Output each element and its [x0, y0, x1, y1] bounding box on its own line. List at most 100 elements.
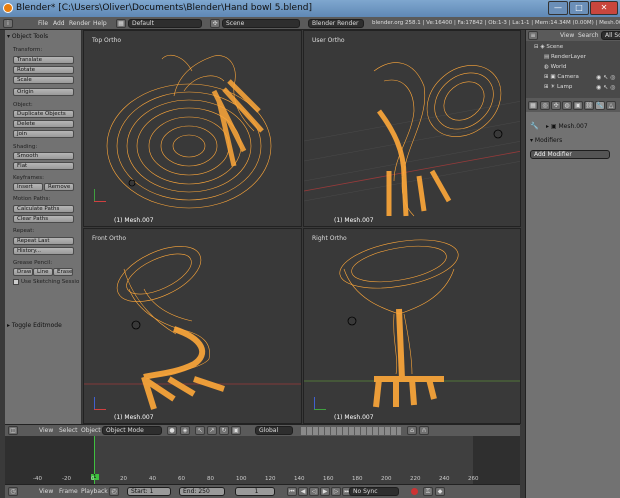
draw-button[interactable]: Draw [13, 268, 33, 276]
lock-icon[interactable]: ⌂ [407, 426, 417, 435]
outliner-item-world[interactable]: ◍ World [544, 64, 566, 70]
timeline-tick-label: 100 [236, 476, 247, 482]
active-object-label: (1) Mesh.007 [114, 414, 154, 421]
constraints-tab-icon[interactable]: ⛓ [584, 101, 594, 110]
outliner-filter-select[interactable]: All Sce [601, 31, 620, 40]
blender-logo-icon [3, 3, 13, 13]
scene-field[interactable]: Scene [222, 19, 300, 28]
add-modifier-select[interactable]: Add Modifier [530, 150, 610, 159]
start-frame-field[interactable]: Start: 1 [127, 487, 171, 496]
screen-layout-field[interactable]: Default [128, 19, 202, 28]
timeline-area[interactable]: 1 -40 -20 0 20 40 60 80 100 120 140 160 180 200 220 24… [5, 436, 520, 484]
maximize-button[interactable]: □ [569, 1, 589, 15]
axis-y-icon [94, 189, 95, 201]
jump-to-keyframe-back-icon[interactable]: ◀ [298, 487, 308, 496]
menu-object[interactable]: Object [81, 427, 101, 434]
menu-render[interactable]: Render [69, 20, 90, 27]
layer-buttons[interactable] [301, 427, 401, 435]
transform-orientation-select[interactable]: Global [255, 426, 293, 435]
repeat-last-button[interactable]: Repeat Last [13, 237, 74, 245]
scale-manipulator-icon[interactable]: ▣ [231, 426, 241, 435]
menu-playback[interactable]: Playback [81, 488, 108, 495]
end-frame-field[interactable]: End: 250 [179, 487, 225, 496]
menu-view[interactable]: View [39, 488, 53, 495]
scale-button[interactable]: Scale [13, 76, 74, 84]
current-frame-field[interactable]: 1 [235, 487, 275, 496]
smooth-button[interactable]: Smooth [13, 152, 74, 160]
remove-keyframe-button[interactable]: Remove [44, 183, 74, 191]
history-button[interactable]: History... [13, 247, 74, 255]
use-sketching-label: Use Sketching Sessio [21, 279, 80, 285]
insert-keyframe-icon[interactable]: ◆ [435, 487, 445, 496]
outliner-item-camera[interactable]: ⊞ ▣ Camera [544, 74, 579, 80]
editor-type-icon[interactable]: ◷ [8, 487, 18, 496]
editor-type-icon[interactable]: ▦ [528, 101, 538, 110]
data-tab-icon[interactable]: △ [606, 101, 616, 110]
menu-help[interactable]: Help [93, 20, 107, 27]
object-tools-header[interactable]: ▾ Object Tools [7, 33, 80, 40]
preview-range-icon[interactable]: ◴ [109, 487, 119, 496]
snap-icon[interactable]: ∩ [419, 426, 429, 435]
translate-button[interactable]: Translate [13, 56, 74, 64]
calculate-paths-button[interactable]: Calculate Paths [13, 205, 74, 213]
erase-button[interactable]: Erase [53, 268, 73, 276]
origin-button[interactable]: Origin [13, 88, 74, 96]
viewport-label: Top Ortho [92, 37, 122, 44]
delete-button[interactable]: Delete [13, 120, 74, 128]
clear-paths-button[interactable]: Clear Paths [13, 215, 74, 223]
join-button[interactable]: Join [13, 130, 74, 138]
jump-to-start-icon[interactable]: ⏮ [287, 487, 297, 496]
modifiers-tab-icon[interactable]: 🔧 [595, 101, 605, 110]
viewport-front-ortho[interactable]: Front Ortho (1) Mesh.007 [83, 228, 302, 424]
rotate-manipulator-icon[interactable]: ↻ [219, 426, 229, 435]
visibility-eye-icon[interactable]: ◉ ↖ ◎ [596, 84, 615, 91]
outliner-menu-view[interactable]: View [560, 32, 574, 39]
editor-type-icon[interactable]: i [3, 19, 13, 28]
modifiers-panel-header[interactable]: ▾ Modifiers [530, 137, 562, 144]
viewport-user-ortho[interactable]: User Ortho (1) Mesh.007 [303, 30, 521, 227]
close-button[interactable]: ✕ [590, 1, 618, 15]
manipulator-icon[interactable]: ↖ [195, 426, 205, 435]
flat-button[interactable]: Flat [13, 162, 74, 170]
keying-set-icon[interactable]: ⚿ [423, 487, 433, 496]
outliner-item-renderlayer[interactable]: ▤ RenderLayer [544, 54, 586, 60]
scene-tab-icon[interactable]: ✣ [551, 101, 561, 110]
toggle-editmode-header[interactable]: ▸ Toggle Editmode [7, 322, 80, 329]
interaction-mode-select[interactable]: Object Mode [102, 426, 162, 435]
object-tab-icon[interactable]: ▣ [573, 101, 583, 110]
translate-manipulator-icon[interactable]: ↗ [207, 426, 217, 435]
outliner-item-lamp[interactable]: ⊞ ☀ Lamp [544, 84, 572, 90]
line-button[interactable]: Line [33, 268, 53, 276]
play-icon[interactable]: ▶ [320, 487, 330, 496]
scene-icon[interactable]: ✣ [210, 19, 220, 28]
menu-view[interactable]: View [39, 427, 53, 434]
active-object-label: (1) Mesh.007 [334, 414, 374, 421]
use-sketching-checkbox[interactable] [13, 279, 19, 285]
play-reverse-icon[interactable]: ◁ [309, 487, 319, 496]
timeline-tick-label: 40 [149, 476, 156, 482]
render-tab-icon[interactable]: ◎ [540, 101, 550, 110]
viewport-right-ortho[interactable]: Right Ortho (1) Mesh.007 [303, 228, 521, 424]
rotate-button[interactable]: Rotate [13, 66, 74, 74]
viewport-shading-icon[interactable]: ● [167, 426, 177, 435]
record-icon[interactable] [411, 488, 418, 495]
duplicate-objects-button[interactable]: Duplicate Objects [13, 110, 74, 118]
pivot-point-icon[interactable]: ◈ [180, 426, 190, 435]
outliner-item-scene[interactable]: ⊟ ◈ Scene [534, 44, 563, 50]
render-engine-select[interactable]: Blender Render [308, 19, 364, 28]
editor-type-icon[interactable]: ≡ [528, 31, 538, 40]
sync-mode-select[interactable]: No Sync [349, 487, 399, 496]
jump-to-keyframe-forward-icon[interactable]: ▷ [331, 487, 341, 496]
viewport-top-ortho[interactable]: Top Ortho (1) Mesh.007 [83, 30, 302, 227]
menu-add[interactable]: Add [53, 20, 65, 27]
editor-type-icon[interactable]: ◫ [8, 426, 18, 435]
outliner-menu-search[interactable]: Search [578, 32, 599, 39]
screen-layout-icon[interactable]: ▦ [116, 19, 126, 28]
insert-keyframe-button[interactable]: Insert [13, 183, 43, 191]
menu-frame[interactable]: Frame [59, 488, 78, 495]
minimize-button[interactable]: — [548, 1, 568, 15]
menu-select[interactable]: Select [59, 427, 78, 434]
menu-file[interactable]: File [38, 20, 48, 27]
world-tab-icon[interactable]: ◍ [562, 101, 572, 110]
visibility-eye-icon[interactable]: ◉ ↖ ◎ [596, 74, 615, 81]
